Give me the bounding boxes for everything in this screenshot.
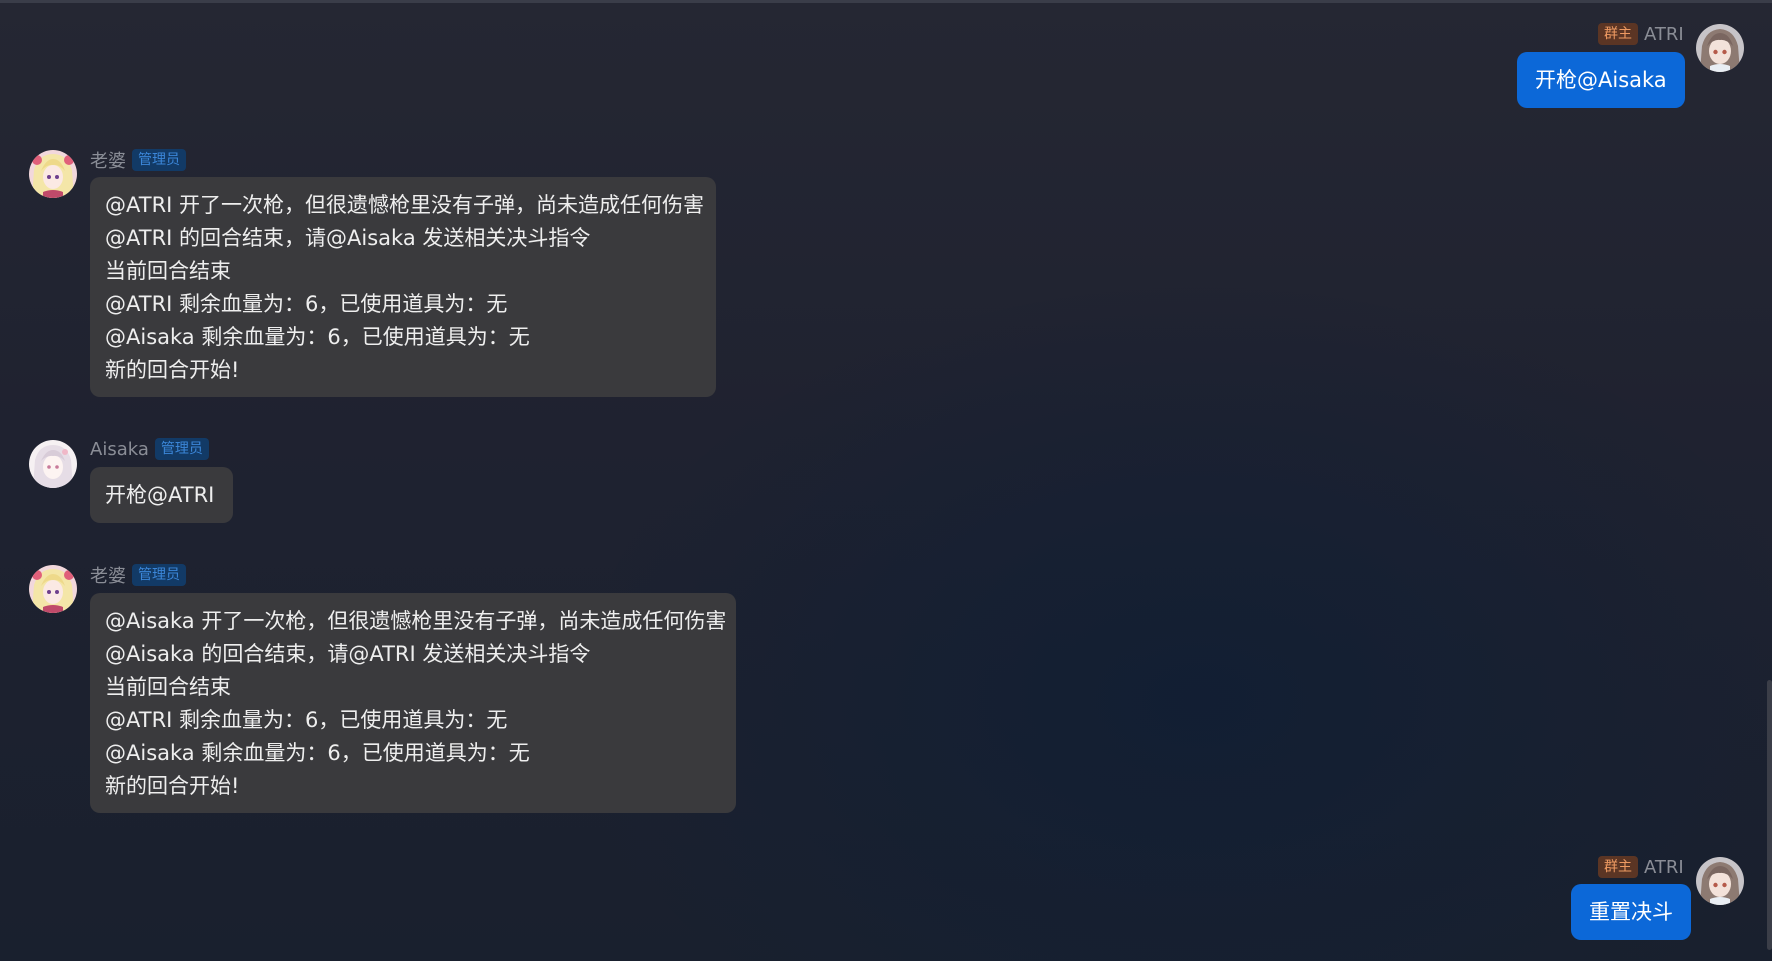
message-line: @ATRI 剩余血量为：6，已使用道具为：无 — [105, 708, 508, 732]
message-bubble[interactable]: 开枪@ATRI — [90, 467, 233, 523]
sender-name: 老婆 — [90, 566, 126, 587]
sender-name: 老婆 — [90, 151, 126, 172]
owner-badge: 群主 — [1598, 23, 1638, 45]
message-bubble[interactable]: 开枪@Aisaka — [1517, 52, 1685, 108]
message-line: @ATRI 开了一次枪，但很遗憾枪里没有子弹，尚未造成任何伤害 — [105, 193, 705, 217]
message-bubble[interactable]: 重置决斗 — [1571, 884, 1691, 940]
message-line: @ATRI 剩余血量为：6，已使用道具为：无 — [105, 292, 508, 316]
sender-meta: 群主 ATRI — [1598, 855, 1684, 879]
scrollbar[interactable] — [1767, 680, 1772, 950]
avatar-atri[interactable] — [1696, 857, 1744, 905]
message-line: @Aisaka 开了一次枪，但很遗憾枪里没有子弹，尚未造成任何伤害 — [105, 609, 727, 633]
sender-meta: 老婆 管理员 — [90, 563, 186, 587]
message-line: @Aisaka 剩余血量为：6，已使用道具为：无 — [105, 325, 530, 349]
avatar-laopo[interactable] — [29, 150, 77, 198]
avatar-atri-image — [1696, 24, 1744, 72]
chat-message-area[interactable]: 群主 ATRI 开枪@Aisaka 老婆 管理员 @ATRI 开了一次枪，但很遗… — [0, 0, 1772, 961]
avatar-aisaka-image — [29, 440, 77, 488]
message-line: 新的回合开始! — [105, 774, 240, 798]
avatar-laopo[interactable] — [29, 565, 77, 613]
message-bubble[interactable]: @Aisaka 开了一次枪，但很遗憾枪里没有子弹，尚未造成任何伤害 @Aisak… — [90, 593, 736, 813]
avatar-laopo-image — [29, 150, 77, 198]
message-text: 开枪@Aisaka — [1535, 68, 1667, 92]
message-line: 当前回合结束 — [105, 259, 231, 283]
admin-badge: 管理员 — [132, 149, 186, 171]
sender-name: ATRI — [1644, 23, 1684, 45]
message-text: 重置决斗 — [1589, 900, 1673, 924]
message-line: 当前回合结束 — [105, 675, 231, 699]
sender-meta: 群主 ATRI — [1598, 22, 1684, 46]
message-line: @ATRI 的回合结束，请@Aisaka 发送相关决斗指令 — [105, 226, 591, 250]
owner-badge: 群主 — [1598, 856, 1638, 878]
admin-badge: 管理员 — [132, 564, 186, 586]
message-line: 新的回合开始! — [105, 358, 240, 382]
sender-meta: Aisaka 管理员 — [90, 437, 209, 461]
message-bubble[interactable]: @ATRI 开了一次枪，但很遗憾枪里没有子弹，尚未造成任何伤害 @ATRI 的回… — [90, 177, 716, 397]
avatar-atri[interactable] — [1696, 24, 1744, 72]
message-text: 开枪@ATRI — [105, 483, 215, 507]
message-line: @Aisaka 的回合结束，请@ATRI 发送相关决斗指令 — [105, 642, 591, 666]
sender-name: Aisaka — [90, 438, 149, 460]
top-divider — [0, 0, 1772, 3]
sender-name: ATRI — [1644, 856, 1684, 878]
avatar-atri-image — [1696, 857, 1744, 905]
sender-meta: 老婆 管理员 — [90, 148, 186, 172]
message-line: @Aisaka 剩余血量为：6，已使用道具为：无 — [105, 741, 530, 765]
avatar-aisaka[interactable] — [29, 440, 77, 488]
avatar-laopo-image — [29, 565, 77, 613]
admin-badge: 管理员 — [154, 438, 209, 460]
